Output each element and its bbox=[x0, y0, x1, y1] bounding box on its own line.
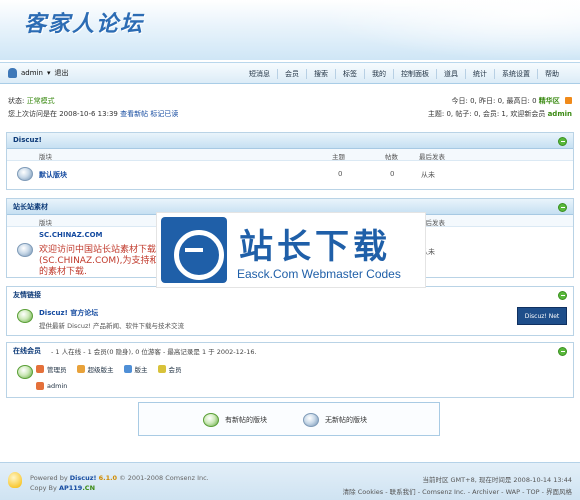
discuz-official-link[interactable]: Discuz! 官方论坛 bbox=[39, 308, 98, 318]
watermark-logo-icon bbox=[161, 217, 227, 283]
new-posts-icon bbox=[203, 413, 219, 427]
view-new-posts-link[interactable]: 查看新帖 bbox=[120, 110, 148, 118]
rss-icon[interactable] bbox=[565, 97, 572, 104]
watermark-title: 站长下载 bbox=[239, 227, 391, 267]
super-mod-icon bbox=[76, 365, 85, 373]
forum-name-link[interactable]: SC.CHINAZ.COM bbox=[39, 231, 103, 239]
forum-status-icon bbox=[17, 243, 33, 257]
online-user-item[interactable]: admin bbox=[36, 382, 67, 390]
mark-read-link[interactable]: 标记已读 bbox=[150, 110, 178, 118]
collapse-icon[interactable] bbox=[558, 203, 567, 212]
link-icon bbox=[17, 309, 33, 323]
nav-menu: 短消息 会员 搜索 标签 我的 控制面板 道具 统计 系统设置 帮助 bbox=[242, 69, 566, 79]
newest-member-link[interactable]: admin bbox=[548, 110, 572, 118]
nav-item-help[interactable]: 帮助 bbox=[538, 69, 566, 79]
top-nav: admin ▾ 退出 短消息 会员 搜索 标签 我的 控制面板 道具 统计 系统… bbox=[0, 62, 580, 84]
forum-status-icon bbox=[17, 167, 33, 181]
no-new-posts-icon bbox=[303, 413, 319, 427]
discuz-badge[interactable]: Discuz! Net bbox=[517, 307, 567, 325]
nav-item-stats[interactable]: 统计 bbox=[466, 69, 495, 79]
timezone-text: 当前时区 GMT+8, 现在时间是 2008-10-14 13:44 bbox=[422, 476, 572, 484]
stats-total: 主题: 0, 帖子: 0, 会员: 1, 欢迎新会员 bbox=[427, 110, 546, 118]
mod-icon bbox=[123, 365, 132, 373]
nav-item-messages[interactable]: 短消息 bbox=[242, 69, 278, 79]
online-icon bbox=[17, 365, 33, 379]
collapse-icon[interactable] bbox=[558, 291, 567, 300]
member-legend: 管理员 超级版主 版主 会员 bbox=[36, 364, 182, 374]
nav-item-my[interactable]: 我的 bbox=[365, 69, 394, 79]
friend-links-panel: 友情链接 Discuz! 官方论坛 提供最新 Discuz! 产品新闻、软件下载… bbox=[6, 286, 574, 336]
links-title: 友情链接 bbox=[13, 291, 41, 299]
nav-item-tools[interactable]: 道具 bbox=[437, 69, 466, 79]
copy-by-link[interactable]: AP119 bbox=[59, 484, 82, 492]
collapse-icon[interactable] bbox=[558, 137, 567, 146]
nav-item-system-settings[interactable]: 系统设置 bbox=[495, 69, 538, 79]
collapse-icon[interactable] bbox=[558, 347, 567, 356]
watermark-subtitle: Easck.Com Webmaster Codes bbox=[237, 267, 401, 281]
mode-value[interactable]: 正常模式 bbox=[27, 97, 55, 105]
stats-today: 今日: 0, 昨日: 0, 最高日: 0 bbox=[451, 97, 537, 105]
logout-link[interactable]: 退出 bbox=[54, 68, 68, 78]
forum-topics: 0 bbox=[338, 170, 343, 178]
online-summary: - 1 人在线 - 1 会员(0 隐身), 0 位游客 - 最高记录是 1 于 … bbox=[51, 348, 257, 356]
nav-item-members[interactable]: 会员 bbox=[278, 69, 307, 79]
admin-icon bbox=[36, 365, 44, 373]
last-visit-text: 您上次访问是在 2008-10-6 13:39 bbox=[8, 110, 118, 118]
forum-name-link[interactable]: 默认版块 bbox=[39, 170, 67, 180]
user-menu[interactable]: admin ▾ 退出 bbox=[8, 68, 68, 78]
online-title: 在线会员 bbox=[13, 347, 41, 355]
category-title[interactable]: 站长站素材 bbox=[13, 202, 48, 212]
link-desc: 提供最新 Discuz! 产品新闻、软件下载与技术交流 bbox=[39, 322, 185, 330]
page-footer: Powered by Discuz! 6.1.0 © 2001-2008 Com… bbox=[0, 462, 580, 500]
digest-link[interactable]: 精华区 bbox=[539, 97, 560, 105]
member-icon bbox=[157, 365, 166, 373]
forum-posts: 0 bbox=[390, 170, 395, 178]
column-headers: 版块 主题 帖数 最后发表 bbox=[7, 149, 573, 161]
mode-label: 状态: bbox=[8, 97, 25, 105]
username-link[interactable]: admin bbox=[21, 69, 43, 77]
forum-row: 默认版块 0 0 从未 bbox=[7, 161, 573, 187]
status-bar: 状态: 正常模式 您上次访问是在 2008-10-6 13:39 查看新帖 标记… bbox=[8, 96, 572, 122]
user-icon bbox=[8, 68, 17, 78]
nav-item-search[interactable]: 搜索 bbox=[307, 69, 336, 79]
dropdown-icon[interactable]: ▾ bbox=[47, 69, 51, 77]
bulb-icon bbox=[8, 472, 22, 488]
nav-item-control-panel[interactable]: 控制面板 bbox=[394, 69, 437, 79]
nav-item-tags[interactable]: 标签 bbox=[336, 69, 365, 79]
forum-header: 客家人论坛 bbox=[0, 0, 580, 60]
category-title[interactable]: Discuz! bbox=[13, 136, 42, 144]
forum-category-discuz: Discuz! 版块 主题 帖数 最后发表 默认版块 0 0 从未 bbox=[6, 132, 574, 190]
forum-logo[interactable]: 客家人论坛 bbox=[24, 6, 144, 38]
discuz-link[interactable]: Discuz! bbox=[70, 474, 97, 482]
admin-icon bbox=[36, 382, 44, 390]
forum-last-post: 从未 bbox=[421, 171, 435, 179]
forum-icon-legend: 有新帖的版块 无新帖的版块 bbox=[138, 402, 440, 436]
watermark-overlay: 站长下载 Easck.Com Webmaster Codes bbox=[156, 212, 426, 288]
forum-desc-line3: 的素材下载. bbox=[39, 267, 87, 277]
footer-links[interactable]: 清除 Cookies - 联系我们 - Comsenz Inc. - Archi… bbox=[343, 486, 572, 496]
